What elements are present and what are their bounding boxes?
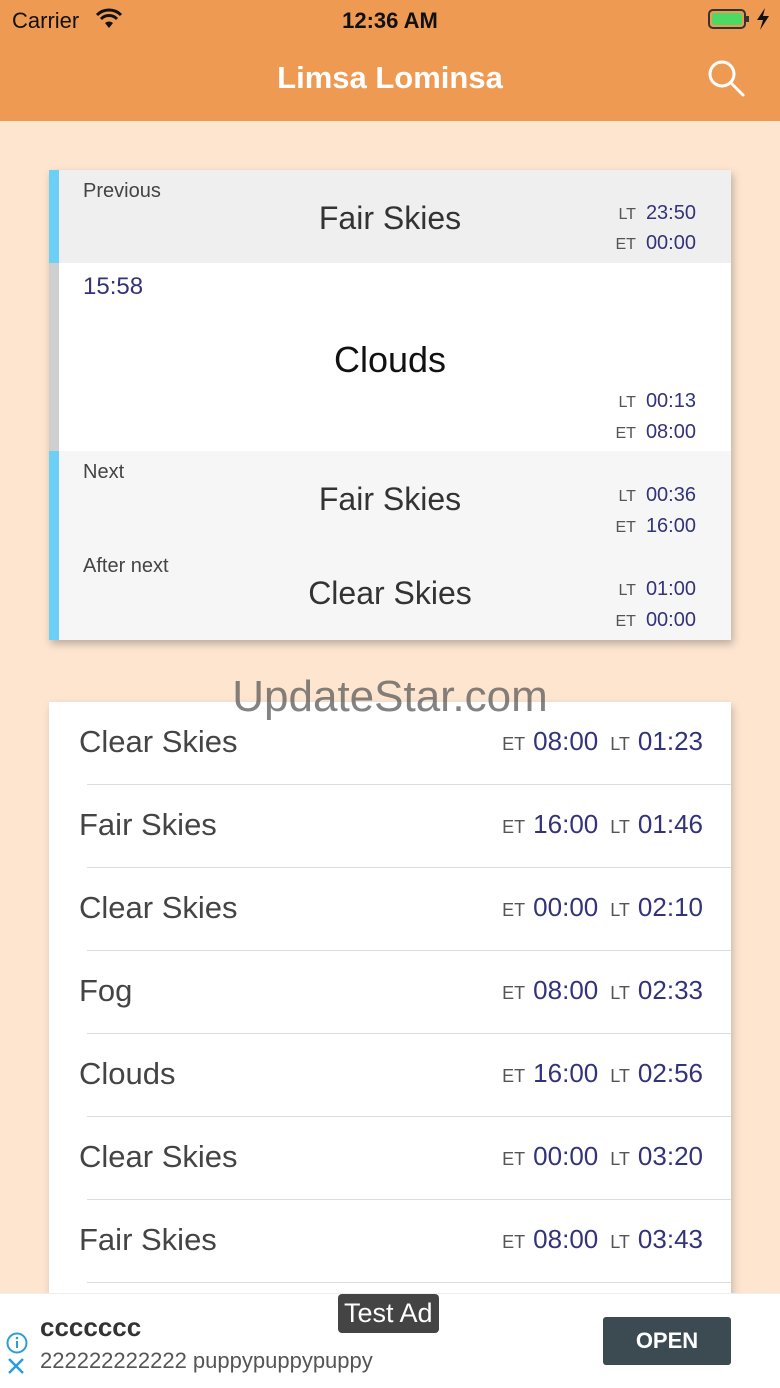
status-bar: Carrier 12:36 AM bbox=[0, 0, 780, 40]
ad-title: ccccccc bbox=[40, 1312, 142, 1342]
list-item[interactable]: Clouds ET 16:00 LT 02:56 bbox=[49, 1034, 731, 1117]
forecast-next: Next Fair Skies LT 00:36 ET 16:00 bbox=[49, 451, 731, 545]
current-weather: Clouds bbox=[333, 339, 447, 380]
after-next-et: ET 00:00 bbox=[615, 609, 696, 631]
page-title: Limsa Lominsa bbox=[277, 60, 503, 95]
list-item[interactable]: Clear Skies ET 00:00 LT 02:10 bbox=[49, 868, 731, 951]
list-item-weather: Fog bbox=[79, 973, 133, 1008]
ad-open-button[interactable]: OPEN bbox=[603, 1317, 731, 1365]
list-item-times: ET 16:00 LT 01:46 bbox=[502, 809, 703, 839]
forecast-card: Previous Fair Skies LT 23:50 ET 00:00 15:5… bbox=[49, 170, 731, 640]
search-icon[interactable] bbox=[706, 58, 746, 98]
forecast-current: 15:58 Clouds LT 00:13 ET 08:00 bbox=[49, 263, 731, 451]
ad-subtitle: 222222222222 puppypuppypuppy bbox=[40, 1348, 373, 1373]
forecast-after-next: After next Clear Skies LT 01:00 ET 00:00 bbox=[49, 545, 731, 640]
charging-icon bbox=[757, 8, 769, 30]
divider bbox=[87, 1282, 731, 1283]
current-et: ET 08:00 bbox=[615, 421, 696, 443]
list-item-times: ET 16:00 LT 02:56 bbox=[502, 1058, 703, 1088]
list-item-times: ET 00:00 LT 02:10 bbox=[502, 892, 703, 922]
list-item-times: ET 00:00 LT 03:20 bbox=[502, 1141, 703, 1171]
test-ad-badge: Test Ad bbox=[338, 1294, 439, 1333]
previous-et: ET 00:00 bbox=[615, 232, 696, 254]
upcoming-weather-list[interactable]: Clear Skies ET 08:00 LT 01:23 Fair Skies ET… bbox=[49, 702, 731, 1302]
next-lt: LT 00:36 bbox=[618, 484, 696, 506]
status-time: 12:36 AM bbox=[342, 8, 438, 33]
close-icon[interactable] bbox=[6, 1356, 26, 1376]
battery-icon bbox=[708, 9, 749, 29]
list-item-times: ET 08:00 LT 02:33 bbox=[502, 975, 703, 1005]
list-item[interactable]: Fair Skies ET 08:00 LT 03:43 bbox=[49, 1200, 731, 1283]
ad-banner[interactable]: Test Ad ccccccc 222222222222 puppypuppyp… bbox=[0, 1293, 780, 1388]
previous-lt: LT 23:50 bbox=[618, 202, 696, 224]
after-next-lt: LT 01:00 bbox=[618, 578, 696, 600]
info-icon[interactable] bbox=[6, 1332, 28, 1354]
list-item-weather: Fair Skies bbox=[79, 1222, 217, 1257]
current-countdown: 15:58 bbox=[83, 273, 144, 300]
forecast-previous: Previous Fair Skies LT 23:50 ET 00:00 bbox=[49, 170, 731, 263]
current-lt: LT 00:13 bbox=[618, 390, 696, 412]
list-item-weather: Clear Skies bbox=[79, 1139, 238, 1174]
list-item-weather: Fair Skies bbox=[79, 807, 217, 842]
list-item[interactable]: Fair Skies ET 16:00 LT 01:46 bbox=[49, 785, 731, 868]
list-item-weather: Clear Skies bbox=[79, 724, 238, 759]
next-et: ET 16:00 bbox=[615, 515, 696, 537]
list-item[interactable]: Clear Skies ET 08:00 LT 01:23 bbox=[49, 702, 731, 785]
list-item-times: ET 08:00 LT 01:23 bbox=[502, 726, 703, 756]
list-item-times: ET 08:00 LT 03:43 bbox=[502, 1224, 703, 1254]
list-item[interactable]: Clear Skies ET 00:00 LT 03:20 bbox=[49, 1117, 731, 1200]
list-item-weather: Clear Skies bbox=[79, 890, 238, 925]
top-bar: Carrier 12:36 AM Limsa Lominsa bbox=[0, 0, 780, 121]
list-item[interactable]: Fog ET 08:00 LT 02:33 bbox=[49, 951, 731, 1034]
list-item-weather: Clouds bbox=[79, 1056, 176, 1091]
